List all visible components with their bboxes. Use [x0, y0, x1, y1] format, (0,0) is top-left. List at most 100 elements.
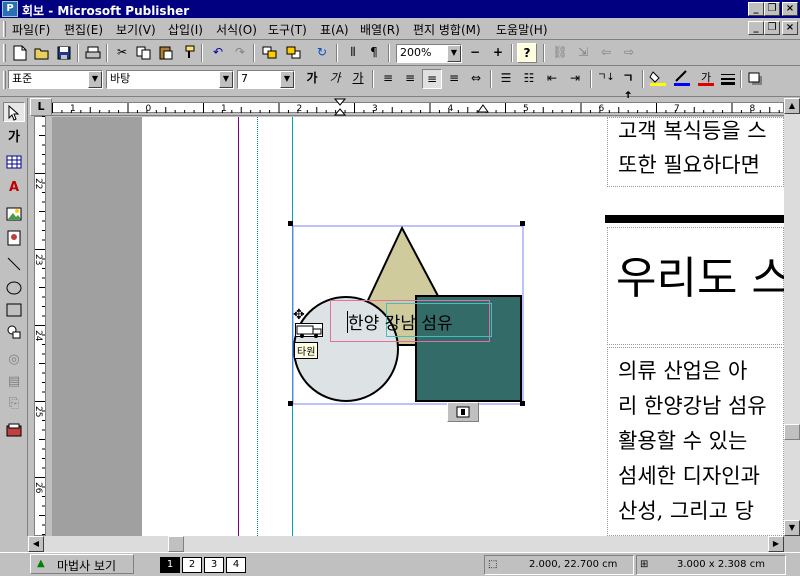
rotate-icon[interactable]: ↻: [312, 43, 332, 63]
right-indent-marker-icon[interactable]: [477, 104, 489, 117]
oval-tool-icon[interactable]: [3, 278, 25, 298]
doc-restore-button[interactable]: ❐: [764, 21, 780, 35]
menu-arrange[interactable]: 배열(R): [360, 21, 400, 38]
chevron-down-icon[interactable]: ▼: [280, 71, 294, 88]
undo-icon[interactable]: ↶: [208, 43, 228, 63]
bring-to-front-icon[interactable]: [260, 43, 280, 63]
custom-shapes-tool-icon[interactable]: [3, 322, 25, 342]
text-tool-icon[interactable]: 가: [3, 128, 25, 148]
logo-group[interactable]: 한양 강남 섬유: [292, 225, 524, 405]
zoom-in-button[interactable]: +: [488, 43, 508, 63]
line-color-icon[interactable]: [672, 69, 692, 89]
menu-help[interactable]: 도움말(H): [496, 21, 548, 38]
underline-button[interactable]: 가: [348, 69, 368, 89]
align-center-icon[interactable]: ≡: [400, 69, 420, 89]
decrease-indent-icon[interactable]: ⇤: [542, 69, 562, 89]
link-icon[interactable]: ⛓: [550, 43, 570, 63]
horizontal-scroll-thumb[interactable]: [168, 536, 184, 552]
new-document-icon[interactable]: [10, 43, 30, 63]
menu-tools[interactable]: 도구(T): [268, 21, 307, 38]
chevron-down-icon[interactable]: ▼: [88, 71, 102, 88]
next-frame-icon[interactable]: ⇨: [619, 43, 639, 63]
menu-file[interactable]: 파일(F): [12, 21, 50, 38]
open-folder-icon[interactable]: [32, 43, 52, 63]
copy-icon[interactable]: [134, 43, 154, 63]
font-color-icon[interactable]: 가: [696, 69, 716, 89]
scroll-down-icon[interactable]: ▼: [784, 520, 800, 536]
fill-color-icon[interactable]: [648, 69, 668, 89]
page-button-1[interactable]: 1: [160, 557, 180, 573]
line-tool-icon[interactable]: [3, 254, 25, 274]
previous-frame-icon[interactable]: ⇦: [596, 43, 616, 63]
justify-icon[interactable]: ≡: [444, 69, 464, 89]
menu-insert[interactable]: 삽입(I): [168, 21, 203, 38]
text-link-icon[interactable]: ⇲: [573, 43, 593, 63]
menu-mail-merge[interactable]: 편지 병합(M): [413, 21, 481, 38]
ruler-origin-button[interactable]: L: [30, 98, 52, 116]
hot-spot-tool-icon[interactable]: ◎: [3, 350, 25, 370]
pointer-tool-icon[interactable]: [3, 102, 25, 122]
table-tool-icon[interactable]: [3, 152, 25, 172]
decrease-font-icon[interactable]: ㄱ↓: [596, 69, 616, 89]
wizard-button[interactable]: ▲ 마법사 보기: [30, 554, 134, 574]
bold-button[interactable]: 가: [302, 69, 322, 89]
body-text-frame[interactable]: 의류 산업은 아 리 한양강남 섬유 활용할 수 있는 섬세한 디자인과 산성,…: [607, 347, 784, 536]
selection-handle[interactable]: [288, 221, 293, 226]
menu-edit[interactable]: 편집(E): [64, 21, 103, 38]
vertical-scrollbar[interactable]: ▲ ▼: [784, 98, 800, 536]
shadow-icon[interactable]: [746, 69, 766, 89]
bullets-icon[interactable]: ☷: [519, 69, 539, 89]
print-icon[interactable]: [83, 43, 103, 63]
format-painter-icon[interactable]: [178, 43, 198, 63]
close-button[interactable]: ×: [782, 2, 798, 16]
menu-format[interactable]: 서식(O): [216, 21, 257, 38]
publication-canvas[interactable]: 고객 복식등을 스 또한 필요하다면 우리도 스 의류 산업은 아 리 한양강남…: [52, 117, 784, 536]
font-size-select[interactable]: 7 ▼: [237, 70, 295, 89]
line-style-icon[interactable]: [718, 69, 738, 89]
rectangle-tool-icon[interactable]: [3, 300, 25, 320]
scroll-up-icon[interactable]: ▲: [784, 98, 800, 114]
style-select[interactable]: 표준 ▼: [8, 70, 103, 89]
send-to-back-icon[interactable]: [284, 43, 304, 63]
page-button-3[interactable]: 3: [204, 557, 224, 573]
horizontal-scrollbar[interactable]: ◀ ▶: [28, 536, 784, 552]
zoom-select[interactable]: 200% ▼: [396, 44, 462, 63]
numbering-icon[interactable]: ☰: [496, 69, 516, 89]
save-icon[interactable]: [54, 43, 74, 63]
ungroup-button[interactable]: [447, 402, 479, 422]
italic-button[interactable]: 가: [325, 69, 345, 89]
clipart-tool-icon[interactable]: [3, 228, 25, 248]
help-button[interactable]: ?: [517, 43, 537, 63]
minimize-button[interactable]: _: [748, 2, 764, 16]
publisher-icon[interactable]: P: [2, 1, 18, 17]
page-button-2[interactable]: 2: [182, 557, 202, 573]
font-select[interactable]: 바탕 ▼: [106, 70, 234, 89]
selection-handle[interactable]: [520, 221, 525, 226]
show-special-chars-icon[interactable]: ¶: [364, 43, 384, 63]
align-left-icon[interactable]: ≡: [378, 69, 398, 89]
chevron-down-icon[interactable]: ▼: [447, 45, 461, 62]
menu-view[interactable]: 보기(V): [116, 21, 156, 38]
chevron-down-icon[interactable]: ▼: [219, 71, 233, 88]
horizontal-ruler[interactable]: 1 0 1 2 3 4 5 6 7 8: [52, 98, 784, 116]
wordart-tool-icon[interactable]: A: [3, 178, 25, 198]
scroll-left-icon[interactable]: ◀: [28, 536, 44, 552]
maximize-button[interactable]: ❐: [764, 2, 780, 16]
increase-indent-icon[interactable]: ⇥: [565, 69, 585, 89]
indent-marker-icon[interactable]: [333, 98, 347, 119]
cut-icon[interactable]: ✂: [112, 43, 132, 63]
increase-font-icon[interactable]: ㄱ↑: [618, 69, 638, 103]
zoom-out-button[interactable]: −: [465, 43, 485, 63]
vertical-ruler[interactable]: 22 23 24 25 26: [30, 116, 50, 536]
columns-icon[interactable]: ⫴: [343, 43, 363, 63]
doc-close-button[interactable]: ×: [782, 21, 798, 35]
scroll-right-icon[interactable]: ▶: [768, 536, 784, 552]
page-button-4[interactable]: 4: [226, 557, 246, 573]
form-control-tool-icon[interactable]: ▤: [3, 372, 25, 392]
heading-frame[interactable]: 우리도 스: [607, 227, 784, 345]
align-right-icon[interactable]: ≡: [422, 69, 442, 89]
vertical-scroll-thumb[interactable]: [784, 424, 800, 440]
redo-icon[interactable]: ↷: [230, 43, 250, 63]
picture-tool-icon[interactable]: [3, 204, 25, 224]
design-gallery-tool-icon[interactable]: [3, 420, 25, 440]
